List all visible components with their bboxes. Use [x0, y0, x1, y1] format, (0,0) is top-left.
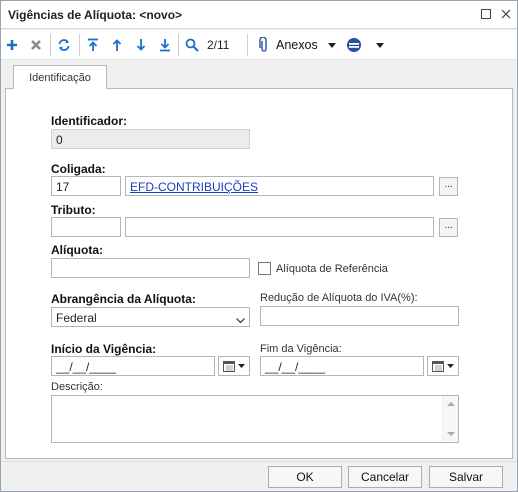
search-icon[interactable] [184, 35, 200, 55]
coligada-lookup-button[interactable]: ... [439, 177, 458, 196]
coligada-label: Coligada: [51, 162, 106, 176]
fim-vigencia-label: Fim da Vigência: [260, 343, 342, 355]
chevron-down-icon[interactable] [327, 35, 337, 55]
window-title: Vigências de Alíquota: <novo> [8, 8, 183, 22]
footer-bar: OK Cancelar Salvar [1, 461, 517, 491]
descricao-textarea[interactable] [51, 395, 459, 443]
arrow-down-icon[interactable] [133, 35, 149, 55]
calendar-icon [223, 360, 235, 372]
inicio-vigencia-label: Início da Vigência: [51, 342, 157, 356]
attachments-button[interactable]: Anexos [276, 35, 318, 55]
identificador-label: Identificador: [51, 114, 128, 128]
inicio-vigencia-field[interactable]: __/__/____ [51, 356, 215, 376]
aliquota-referencia-label: Alíquota de Referência [276, 263, 388, 275]
paperclip-icon[interactable] [257, 35, 271, 55]
toolbar-separator [50, 34, 51, 56]
tab-panel: Identificador: 0 Coligada: 17 EFD-CONTRI… [5, 88, 513, 459]
chevron-down-icon [447, 364, 454, 368]
calendar-icon [432, 360, 444, 372]
save-button[interactable]: Salvar [429, 466, 503, 488]
cancel-button[interactable]: Cancelar [348, 466, 422, 488]
toolbar-separator [178, 34, 179, 56]
record-position: 2/11 [207, 38, 230, 52]
tributo-label: Tributo: [51, 203, 96, 217]
coligada-name-field[interactable]: EFD-CONTRIBUIÇÕES [125, 176, 434, 196]
chevron-down-icon [236, 313, 245, 326]
refresh-icon[interactable] [56, 35, 72, 55]
abrangencia-select[interactable]: Federal [51, 307, 250, 327]
close-icon[interactable] [499, 7, 513, 21]
aliquota-referencia-checkbox[interactable] [258, 262, 271, 275]
abrangencia-label: Abrangência da Alíquota: [51, 292, 196, 306]
descricao-scrollbar[interactable] [442, 396, 458, 442]
descricao-label: Descrição: [51, 381, 103, 393]
title-bar: Vigências de Alíquota: <novo> [1, 1, 517, 29]
dialog-window: Vigências de Alíquota: <novo> 2/11 Anexo… [0, 0, 518, 492]
x-icon[interactable] [28, 35, 44, 55]
coligada-code-field[interactable]: 17 [51, 176, 121, 196]
tributo-lookup-button[interactable]: ... [439, 218, 458, 237]
toolbar-separator [247, 34, 248, 56]
tributo-name-field[interactable] [125, 217, 434, 237]
reducao-field[interactable] [260, 306, 459, 326]
reducao-label: Redução de Alíquota do IVA(%): [260, 292, 418, 304]
inicio-calendar-button[interactable] [218, 356, 250, 376]
toolbar: 2/11 Anexos [1, 30, 517, 60]
fim-calendar-button[interactable] [427, 356, 459, 376]
tab-identificacao[interactable]: Identificação [13, 65, 107, 89]
aliquota-field[interactable] [51, 258, 250, 278]
tributo-code-field[interactable] [51, 217, 121, 237]
toolbar-separator [79, 34, 80, 56]
fim-vigencia-field[interactable]: __/__/____ [260, 356, 424, 376]
ok-button[interactable]: OK [268, 466, 342, 488]
arrow-up-icon[interactable] [109, 35, 125, 55]
identificador-field: 0 [51, 129, 250, 149]
maximize-icon[interactable] [479, 7, 493, 21]
aliquota-label: Alíquota: [51, 243, 103, 257]
coligada-name-link[interactable]: EFD-CONTRIBUIÇÕES [130, 180, 258, 194]
abrangencia-value: Federal [56, 311, 97, 325]
tab-container: Identificação Identificador: 0 Coligada:… [5, 65, 513, 459]
chevron-down-icon [238, 364, 245, 368]
arrow-bottom-icon[interactable] [157, 35, 173, 55]
chevron-down-icon[interactable] [375, 35, 385, 55]
plus-icon[interactable] [4, 35, 20, 55]
arrow-top-icon[interactable] [85, 35, 101, 55]
database-icon[interactable] [346, 35, 362, 55]
